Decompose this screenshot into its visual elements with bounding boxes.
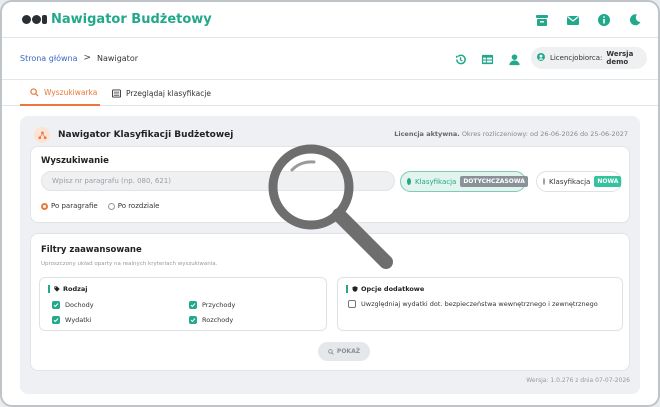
hierarchy-icon — [34, 127, 50, 143]
checkbox-wydatki[interactable]: Wydatki — [52, 316, 91, 324]
search-mode-radios: Po paragrafie Po rozdziale — [41, 202, 159, 210]
show-button-label: POKAŻ — [336, 348, 361, 355]
radio-by-paragraph-dot — [41, 202, 48, 210]
breadcrumb-home-link[interactable]: Strona główna — [20, 54, 78, 63]
version-info: Wersja: 1.0.276 z dnia 07-07-2026 — [526, 377, 630, 384]
checkbox-checked-icon — [52, 316, 60, 324]
checkbox-przychody-label: Przychody — [202, 301, 236, 309]
app-logo[interactable]: Nawigator Budżetowy — [22, 11, 212, 27]
checkbox-security-expenses[interactable]: Uwzględniaj wydatki dot. bezpieczeństwa … — [348, 300, 598, 308]
radio-by-section-label: Po rozdziale — [117, 202, 160, 210]
filters-heading: Filtry zaawansowane — [41, 245, 142, 255]
search-heading: Wyszukiwanie — [41, 156, 109, 166]
tab-search[interactable]: Wyszukiwarka — [20, 80, 100, 106]
top-actions — [535, 12, 642, 26]
license-period: Okres rozliczeniowy: od 26-06-2026 do 25… — [461, 130, 628, 138]
classification-current-radio — [407, 178, 411, 185]
checkbox-checked-icon — [189, 301, 197, 309]
table-icon[interactable] — [481, 51, 494, 65]
licensee-value: Wersja demo — [606, 50, 634, 66]
app-name: Nawigator Budżetowy — [51, 11, 212, 27]
breadcrumb-current: Nawigator — [97, 53, 138, 63]
info-icon[interactable] — [597, 12, 611, 26]
radio-by-paragraph-label: Po paragrafie — [51, 202, 98, 210]
tag-icon — [54, 286, 60, 292]
panel-header: Nawigator Klasyfikacji Budżetowej — [34, 127, 233, 143]
tab-bar: Wyszukiwarka Przeglądaj klasyfikacje — [2, 80, 658, 106]
search-icon — [30, 87, 39, 97]
checkbox-checked-icon — [52, 301, 60, 309]
tab-browse[interactable]: Przeglądaj klasyfikacje — [112, 80, 211, 106]
classification-new-label: Klasyfikacja — [549, 177, 591, 186]
breadcrumb-actions — [454, 51, 521, 66]
magnifier-overlay-icon — [268, 144, 393, 269]
tab-browse-label: Przeglądaj klasyfikacje — [126, 88, 212, 98]
classification-current-badge: DOTYCHCZASOWA — [460, 176, 528, 187]
show-button[interactable]: POKAŻ — [318, 342, 370, 361]
classification-new-radio — [543, 178, 545, 185]
user-icon[interactable] — [508, 51, 521, 66]
checkbox-przychody[interactable]: Przychody — [189, 301, 235, 309]
mail-icon[interactable] — [566, 12, 580, 26]
radio-by-section-dot — [107, 202, 115, 210]
list-icon — [112, 88, 121, 98]
classification-current-button[interactable]: Klasyfikacja DOTYCHCZASOWA — [400, 171, 528, 192]
breadcrumb: Strona główna > Nawigator — [20, 53, 138, 63]
checkbox-rozchody[interactable]: Rozchody — [189, 316, 233, 324]
breadcrumb-bar: Strona główna > Nawigator Licencjobiorca… — [2, 38, 658, 80]
shield-icon — [352, 286, 358, 292]
history-icon[interactable] — [454, 51, 467, 65]
panel-title: Nawigator Klasyfikacji Budżetowej — [58, 130, 234, 140]
license-info: Licencja aktywna. Okres rozliczeniowy: o… — [394, 130, 628, 138]
top-bar: Nawigator Budżetowy — [2, 2, 658, 38]
checkbox-dochody-label: Dochody — [65, 301, 94, 309]
checkbox-unchecked-icon — [348, 300, 356, 308]
licensee-pill[interactable]: Licencjobiorca: Wersja demo — [531, 47, 647, 69]
extra-options-group: Opcje dodatkowe Uwzględniaj wydatki dot.… — [337, 277, 623, 331]
checkbox-rozchody-label: Rozchody — [202, 316, 234, 324]
account-circle-icon — [537, 53, 545, 63]
tab-search-label: Wyszukiwarka — [44, 87, 98, 97]
breadcrumb-separator: > — [83, 53, 92, 63]
type-filter-title: Rodzaj — [63, 285, 88, 293]
extra-options-title: Opcje dodatkowe — [361, 285, 425, 293]
checkbox-wydatki-label: Wydatki — [65, 316, 92, 324]
classification-new-badge: NOWA — [594, 176, 622, 187]
type-filter-group: Rodzaj Dochody Wydatki Przychody Rozchod… — [39, 277, 327, 331]
checkbox-dochody[interactable]: Dochody — [52, 301, 94, 309]
classification-current-label: Klasyfikacja — [415, 177, 457, 186]
radio-by-paragraph[interactable]: Po paragrafie — [41, 202, 98, 210]
app-window: Nawigator Budżetowy Strona główna > Nawi… — [0, 0, 660, 407]
license-status: Licencja aktywna. — [394, 130, 460, 138]
extra-options-header: Opcje dodatkowe — [346, 285, 424, 293]
archive-icon[interactable] — [535, 12, 549, 26]
checkbox-checked-icon — [189, 316, 197, 324]
classification-new-button[interactable]: Klasyfikacja NOWA — [536, 171, 622, 192]
search-icon — [328, 348, 334, 355]
radio-by-section[interactable]: Po rozdziale — [107, 202, 160, 210]
logo-mark-icon — [22, 14, 47, 24]
licensee-label: Licencjobiorca: — [549, 54, 603, 62]
checkbox-security-expenses-label: Uwzględniaj wydatki dot. bezpieczeństwa … — [361, 300, 598, 308]
dark-mode-icon[interactable] — [628, 12, 642, 26]
type-filter-header: Rodzaj — [48, 285, 88, 293]
filters-subtitle: Uproszczony układ oparty na realnych kry… — [41, 261, 218, 267]
